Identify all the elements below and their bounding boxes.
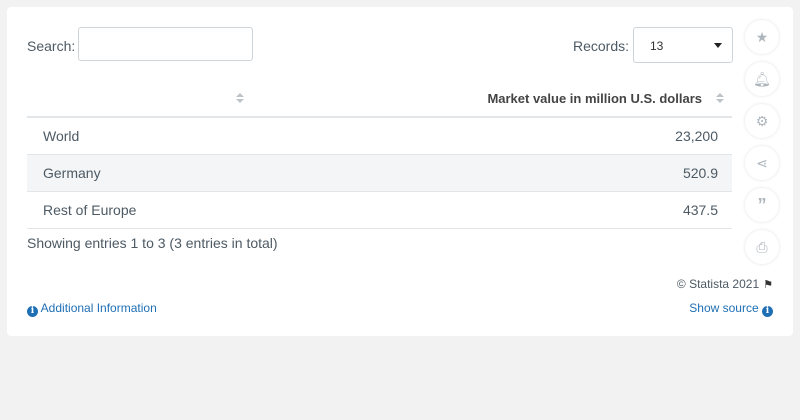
records-value: 13	[650, 39, 664, 53]
show-source-label: Show source	[689, 301, 759, 315]
row-value: 23,200	[252, 117, 732, 155]
data-table: Market value in million U.S. dollars Wor…	[27, 80, 732, 229]
copyright: © Statista 2021 ⚑	[677, 277, 773, 291]
print-button[interactable]: ⎙	[745, 230, 779, 264]
row-label: World	[27, 117, 252, 155]
records-select[interactable]: 13	[633, 27, 733, 63]
row-label: Rest of Europe	[27, 191, 252, 229]
flag-icon[interactable]: ⚑	[763, 278, 773, 291]
additional-information-link[interactable]: i Additional Information	[27, 301, 157, 317]
cite-button[interactable]: ”	[745, 188, 779, 222]
search-label: Search:	[27, 38, 76, 54]
info-icon: i	[762, 306, 773, 317]
row-value: 520.9	[252, 154, 732, 192]
search-input[interactable]	[78, 27, 253, 61]
additional-information-label: Additional Information	[40, 301, 157, 315]
info-icon: i	[27, 306, 38, 317]
gear-icon: ⚙	[755, 113, 769, 129]
print-icon: ⎙	[756, 239, 768, 255]
star-icon: ★	[755, 29, 769, 45]
bell-icon: 🔔︎	[753, 71, 771, 87]
sort-icon	[716, 93, 724, 105]
quote-icon: ”	[757, 195, 767, 215]
table-row: Germany 520.9	[27, 154, 732, 192]
share-icon: ⋖	[756, 155, 768, 171]
settings-button[interactable]: ⚙	[745, 104, 779, 138]
favorite-button[interactable]: ★	[745, 20, 779, 54]
copyright-text: © Statista 2021	[676, 277, 760, 291]
statistic-card: Search: Records: 13 Market value in mill…	[7, 7, 793, 336]
column-header-name[interactable]	[27, 80, 252, 118]
notification-button[interactable]: 🔔︎	[745, 62, 779, 96]
entries-summary: Showing entries 1 to 3 (3 entries in tot…	[27, 235, 278, 251]
column-header-value[interactable]: Market value in million U.S. dollars	[252, 80, 732, 118]
share-button[interactable]: ⋖	[745, 146, 779, 180]
row-label: Germany	[27, 154, 252, 192]
chevron-down-icon	[714, 43, 722, 48]
row-value: 437.5	[252, 191, 732, 229]
records-label: Records:	[573, 38, 630, 54]
table-row: Rest of Europe 437.5	[27, 191, 732, 229]
sort-icon	[236, 93, 244, 105]
show-source-link[interactable]: Show source i	[689, 301, 773, 317]
table-row: World 23,200	[27, 117, 732, 155]
